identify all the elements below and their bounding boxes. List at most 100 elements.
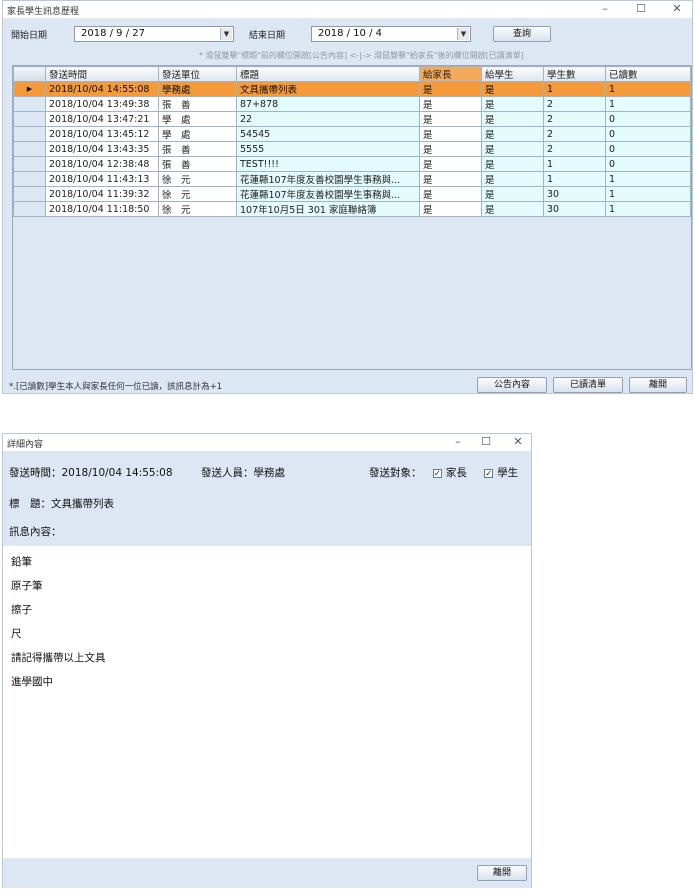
- minimize-icon[interactable]: –: [451, 435, 465, 449]
- table-row[interactable]: 2018/10/04 11:43:13 徐 元 花蓮縣107年度友善校園學生事務…: [13, 171, 691, 187]
- cell-send-time[interactable]: 2018/10/04 13:43:35: [45, 141, 159, 157]
- cell-student-count[interactable]: 1: [543, 81, 606, 97]
- cell-title[interactable]: 107年10月5日 301 家庭聯絡簿: [236, 201, 420, 217]
- cell-title[interactable]: 文具攜帶列表: [236, 81, 420, 97]
- close-button[interactable]: 離開: [629, 377, 687, 393]
- dropdown-arrow-icon[interactable]: ▼: [220, 28, 232, 40]
- cell-send-time[interactable]: 2018/10/04 13:45:12: [45, 126, 159, 142]
- cell-student-count[interactable]: 30: [543, 186, 606, 202]
- cell-unit[interactable]: 學 處: [158, 126, 237, 142]
- cell-student-count[interactable]: 1: [543, 156, 606, 172]
- cell-send-time[interactable]: 2018/10/04 13:47:21: [45, 111, 159, 127]
- cell-to-student[interactable]: 是: [481, 126, 544, 142]
- column-header-title[interactable]: 標題: [236, 66, 420, 82]
- column-header-unit[interactable]: 發送單位: [158, 66, 237, 82]
- select-all-corner[interactable]: [13, 66, 46, 82]
- cell-title[interactable]: 花蓮縣107年度友善校園學生事務與...: [236, 171, 420, 187]
- cell-unit[interactable]: 張 善: [158, 156, 237, 172]
- close-icon[interactable]: ✕: [511, 435, 525, 449]
- checkbox-checked-icon[interactable]: ✓: [484, 468, 494, 478]
- cell-to-parent[interactable]: 是: [419, 186, 482, 202]
- table-row[interactable]: 2018/10/04 11:18:50 徐 元 107年10月5日 301 家庭…: [13, 201, 691, 217]
- table-row[interactable]: 2018/10/04 13:47:21 學 處 22 是 是 2 0: [13, 111, 691, 127]
- cell-read-count[interactable]: 1: [605, 201, 691, 217]
- cell-to-parent[interactable]: 是: [419, 126, 482, 142]
- target-student-checkbox[interactable]: ✓ 學生: [484, 467, 518, 479]
- column-header-send-time[interactable]: 發送時間: [45, 66, 159, 82]
- cell-send-time[interactable]: 2018/10/04 13:49:38: [45, 96, 159, 112]
- cell-student-count[interactable]: 2: [543, 126, 606, 142]
- row-header[interactable]: [13, 186, 46, 202]
- cell-to-parent[interactable]: 是: [419, 201, 482, 217]
- column-header-to-parent[interactable]: 給家長: [419, 66, 482, 82]
- table-row[interactable]: 2018/10/04 13:49:38 張 善 87+878 是 是 2 1: [13, 96, 691, 112]
- cell-title[interactable]: TEST!!!!: [236, 156, 420, 172]
- column-header-to-student[interactable]: 給學生: [481, 66, 544, 82]
- cell-student-count[interactable]: 30: [543, 201, 606, 217]
- table-row[interactable]: 2018/10/04 13:45:12 學 處 54545 是 是 2 0: [13, 126, 691, 142]
- row-header[interactable]: [13, 141, 46, 157]
- current-row-arrow-icon[interactable]: ▶: [13, 81, 46, 97]
- cell-to-parent[interactable]: 是: [419, 96, 482, 112]
- table-row[interactable]: ▶ 2018/10/04 14:55:08 學務處 文具攜帶列表 是 是 1 1: [13, 81, 691, 97]
- cell-to-student[interactable]: 是: [481, 141, 544, 157]
- row-header[interactable]: [13, 111, 46, 127]
- close-icon[interactable]: ✕: [670, 2, 684, 16]
- cell-title[interactable]: 花蓮縣107年度友善校園學生事務與...: [236, 186, 420, 202]
- cell-read-count[interactable]: 1: [605, 96, 691, 112]
- cell-send-time[interactable]: 2018/10/04 11:18:50: [45, 201, 159, 217]
- cell-unit[interactable]: 徐 元: [158, 201, 237, 217]
- cell-to-parent[interactable]: 是: [419, 171, 482, 187]
- cell-student-count[interactable]: 2: [543, 141, 606, 157]
- cell-send-time[interactable]: 2018/10/04 11:39:32: [45, 186, 159, 202]
- cell-read-count[interactable]: 1: [605, 171, 691, 187]
- maximize-icon[interactable]: ☐: [634, 2, 648, 16]
- table-row[interactable]: 2018/10/04 12:38:48 張 善 TEST!!!! 是 是 1 0: [13, 156, 691, 172]
- message-content-box[interactable]: 鉛筆 原子筆 擦子 尺 請記得攜帶以上文具 進學國中: [3, 546, 531, 858]
- query-button[interactable]: 查詢: [493, 26, 551, 42]
- cell-unit[interactable]: 學 處: [158, 111, 237, 127]
- cell-to-parent[interactable]: 是: [419, 156, 482, 172]
- dropdown-arrow-icon[interactable]: ▼: [457, 28, 469, 40]
- cell-to-student[interactable]: 是: [481, 186, 544, 202]
- cell-student-count[interactable]: 2: [543, 111, 606, 127]
- cell-to-student[interactable]: 是: [481, 111, 544, 127]
- row-header[interactable]: [13, 126, 46, 142]
- announcement-content-button[interactable]: 公告內容: [477, 377, 547, 393]
- table-row[interactable]: 2018/10/04 13:43:35 張 善 5555 是 是 2 0: [13, 141, 691, 157]
- cell-to-parent[interactable]: 是: [419, 141, 482, 157]
- cell-read-count[interactable]: 0: [605, 111, 691, 127]
- maximize-icon[interactable]: ☐: [479, 435, 493, 449]
- cell-read-count[interactable]: 1: [605, 186, 691, 202]
- cell-to-student[interactable]: 是: [481, 171, 544, 187]
- cell-unit[interactable]: 徐 元: [158, 186, 237, 202]
- row-header[interactable]: [13, 96, 46, 112]
- cell-unit[interactable]: 徐 元: [158, 171, 237, 187]
- cell-unit[interactable]: 學務處: [158, 81, 237, 97]
- cell-title[interactable]: 54545: [236, 126, 420, 142]
- cell-read-count[interactable]: 1: [605, 81, 691, 97]
- row-header[interactable]: [13, 171, 46, 187]
- cell-send-time[interactable]: 2018/10/04 12:38:48: [45, 156, 159, 172]
- target-parent-checkbox[interactable]: ✓ 家長: [432, 467, 467, 479]
- row-header[interactable]: [13, 201, 46, 217]
- cell-read-count[interactable]: 0: [605, 126, 691, 142]
- minimize-icon[interactable]: –: [598, 2, 612, 16]
- cell-to-student[interactable]: 是: [481, 201, 544, 217]
- checkbox-checked-icon[interactable]: ✓: [432, 468, 442, 478]
- cell-send-time[interactable]: 2018/10/04 11:43:13: [45, 171, 159, 187]
- cell-title[interactable]: 5555: [236, 141, 420, 157]
- read-list-button[interactable]: 已讀清單: [553, 377, 623, 393]
- start-date-picker[interactable]: 2018 / 9 / 27 ▼: [74, 26, 234, 42]
- cell-student-count[interactable]: 1: [543, 171, 606, 187]
- cell-read-count[interactable]: 0: [605, 141, 691, 157]
- cell-to-student[interactable]: 是: [481, 156, 544, 172]
- cell-title[interactable]: 87+878: [236, 96, 420, 112]
- cell-to-parent[interactable]: 是: [419, 81, 482, 97]
- column-header-read-count[interactable]: 已讀數: [605, 66, 691, 82]
- table-row[interactable]: 2018/10/04 11:39:32 徐 元 花蓮縣107年度友善校園學生事務…: [13, 186, 691, 202]
- cell-read-count[interactable]: 0: [605, 156, 691, 172]
- cell-unit[interactable]: 張 善: [158, 141, 237, 157]
- cell-to-student[interactable]: 是: [481, 81, 544, 97]
- cell-to-parent[interactable]: 是: [419, 111, 482, 127]
